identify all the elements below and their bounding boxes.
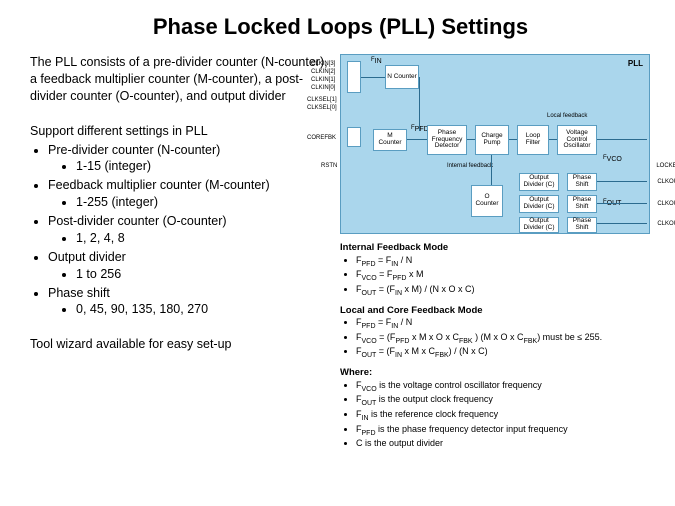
label-local-feedback: Local feedback (547, 113, 587, 119)
block-pfd: Phase Frequency Detector (427, 125, 467, 155)
intro-text: The PLL consists of a pre-divider counte… (30, 54, 330, 105)
setting-value: 1-255 (integer) (76, 194, 330, 211)
block-vco: Voltage Control Oscillator (557, 125, 597, 155)
where-item: FVCO is the voltage control oscillator f… (356, 380, 651, 395)
label-clkin2: CLKIN[2] (311, 69, 335, 75)
formula: FPFD = FIN / N (356, 255, 651, 270)
arrow (597, 181, 647, 182)
label-fin: FIN (371, 57, 382, 65)
block-output-divider-0: Output Divider (C) (519, 173, 559, 191)
label-clkout2: CLKOUT2 (657, 221, 675, 227)
formula: FPFD = FIN / N (356, 317, 651, 332)
local-mode-head: Local and Core Feedback Mode (340, 305, 483, 316)
right-column: PLL CLKIN[3] CLKIN[2] CLKIN[1] CLKIN[0] … (340, 54, 651, 455)
label-fvco: FVCO (603, 155, 622, 163)
formula: FVCO = FPFD x M (356, 269, 651, 284)
internal-mode-list: FPFD = FIN / N FVCO = FPFD x M FOUT = (F… (340, 255, 651, 299)
page-title: Phase Locked Loops (PLL) Settings (30, 14, 651, 40)
setting-label: Pre-divider counter (N-counter) (48, 143, 220, 157)
label-clkin0: CLKIN[0] (311, 85, 335, 91)
list-item: Phase shift 0, 45, 90, 135, 180, 270 (48, 285, 330, 319)
internal-mode-head: Internal Feedback Mode (340, 242, 448, 253)
settings-list: Pre-divider counter (N-counter) 1-15 (in… (30, 142, 330, 319)
setting-value: 0, 45, 90, 135, 180, 270 (76, 301, 330, 318)
block-n-counter: N Counter (385, 65, 419, 89)
where-item: FIN is the reference clock frequency (356, 409, 651, 424)
setting-label: Feedback multiplier counter (M-counter) (48, 178, 270, 192)
list-item: Post-divider counter (O-counter) 1, 2, 4… (48, 213, 330, 247)
arrow (597, 139, 647, 140)
tool-note: Tool wizard available for easy set-up (30, 336, 330, 353)
setting-label: Phase shift (48, 286, 110, 300)
where-item: FPFD is the phase frequency detector inp… (356, 424, 651, 439)
arrow (597, 203, 647, 204)
pll-block-diagram: PLL CLKIN[3] CLKIN[2] CLKIN[1] CLKIN[0] … (340, 54, 650, 234)
block-m-counter: M Counter (373, 129, 407, 151)
arrow (549, 139, 557, 140)
block-o-counter: O Counter (471, 185, 503, 217)
local-mode-list: FPFD = FIN / N FVCO = (FPFD x M x O x CF… (340, 317, 651, 361)
block-phase-shift-2: Phase Shift (567, 217, 597, 233)
arrow (419, 77, 420, 131)
list-item: Pre-divider counter (N-counter) 1-15 (in… (48, 142, 330, 176)
left-column: The PLL consists of a pre-divider counte… (30, 54, 330, 455)
arrow (491, 155, 492, 185)
setting-value: 1-15 (integer) (76, 158, 330, 175)
formula: FVCO = (FPFD x M x O x CFBK ) (M x O x C… (356, 332, 651, 347)
arrow (361, 77, 385, 78)
columns: The PLL consists of a pre-divider counte… (30, 54, 651, 455)
mux-fbk (347, 127, 361, 147)
mux-clkin (347, 61, 361, 93)
setting-value: 1 to 256 (76, 266, 330, 283)
label-rstn: RSTN (321, 163, 337, 169)
block-phase-shift-1: Phase Shift (567, 195, 597, 213)
formula: FOUT = (FIN x M x CFBK) / (N x C) (356, 346, 651, 361)
label-clkout1: CLKOUT1 (657, 201, 675, 207)
label-clkout0: CLKOUT0 (657, 179, 675, 185)
setting-label: Post-divider counter (O-counter) (48, 214, 227, 228)
label-locked: LOCKED (656, 163, 675, 169)
block-loop-filter: Loop Filter (517, 125, 549, 155)
arrow (509, 139, 517, 140)
label-corefbk: COREFBK (307, 135, 336, 141)
list-item: Feedback multiplier counter (M-counter) … (48, 177, 330, 211)
slide: Phase Locked Loops (PLL) Settings The PL… (0, 0, 675, 506)
where-item: C is the output divider (356, 438, 651, 449)
where-list: FVCO is the voltage control oscillator f… (340, 380, 651, 449)
block-charge-pump: Charge Pump (475, 125, 509, 155)
arrow (407, 139, 427, 140)
settings-heading: Support different settings in PLL (30, 123, 330, 140)
list-item: Output divider 1 to 256 (48, 249, 330, 283)
label-clkin3: CLKIN[3] (311, 61, 335, 67)
pll-label: PLL (628, 59, 643, 68)
label-internal-feedback: Internal feedback (447, 163, 493, 169)
label-clkin1: CLKIN[1] (311, 77, 335, 83)
block-output-divider-2: Output Divider (C) (519, 217, 559, 233)
where-item: FOUT is the output clock frequency (356, 394, 651, 409)
setting-value: 1, 2, 4, 8 (76, 230, 330, 247)
where-head: Where: (340, 367, 372, 378)
block-phase-shift-0: Phase Shift (567, 173, 597, 191)
formula: FOUT = (FIN x M) / (N x O x C) (356, 284, 651, 299)
label-clksel0: CLKSEL[0] (307, 105, 337, 111)
setting-label: Output divider (48, 250, 126, 264)
formulas: Internal Feedback Mode FPFD = FIN / N FV… (340, 242, 651, 449)
arrow (597, 223, 647, 224)
block-output-divider-1: Output Divider (C) (519, 195, 559, 213)
label-clksel1: CLKSEL[1] (307, 97, 337, 103)
arrow (467, 139, 475, 140)
